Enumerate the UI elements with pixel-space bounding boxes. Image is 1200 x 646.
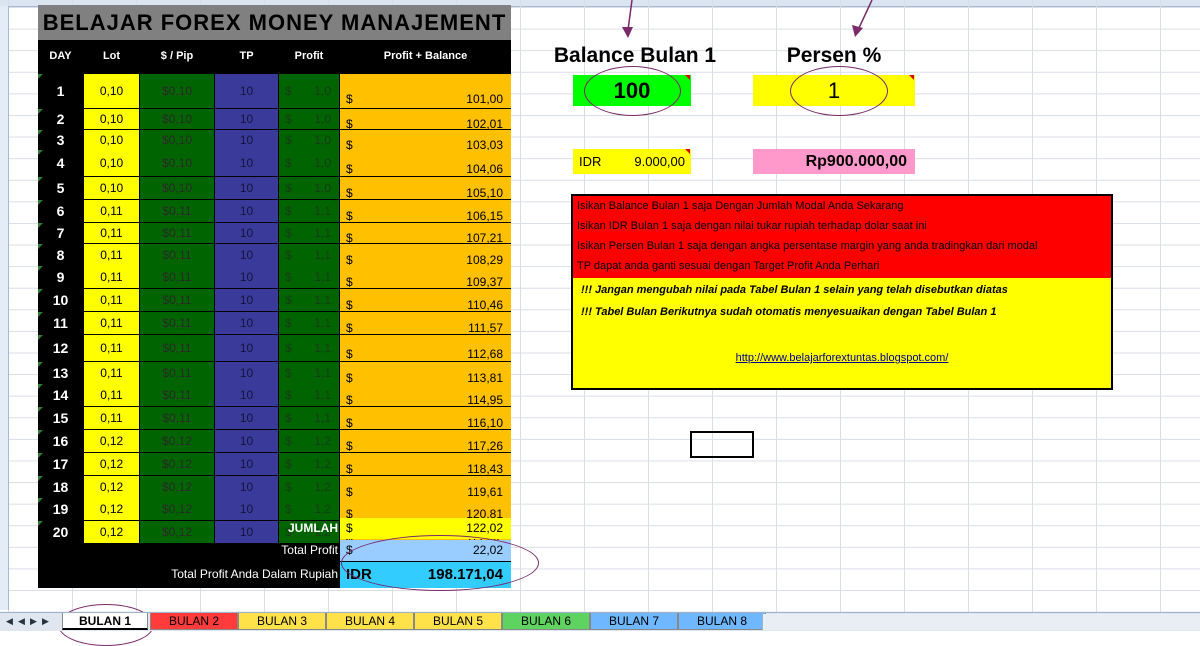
sheet-tab-1[interactable]: BULAN 1: [62, 613, 148, 630]
arrowhead-icon: [622, 27, 633, 38]
arrow-line: [857, 0, 873, 31]
sheet-tab-4[interactable]: BULAN 4: [326, 613, 414, 630]
first-sheet-icon[interactable]: ◀: [6, 616, 13, 627]
last-sheet-icon[interactable]: ▶: [42, 616, 49, 627]
sheet-tab-7[interactable]: BULAN 7: [590, 613, 678, 630]
arrow-line: [627, 0, 633, 31]
sheet-tab-8[interactable]: BULAN 8: [678, 613, 766, 630]
arrowhead-icon: [852, 25, 863, 37]
next-sheet-icon[interactable]: ▶: [30, 616, 37, 627]
sheet-tab-2[interactable]: BULAN 2: [150, 613, 238, 630]
sheet-tab-5[interactable]: BULAN 5: [414, 613, 502, 630]
sheet-tab-3[interactable]: BULAN 3: [238, 613, 326, 630]
annotation-arrows: [429, 0, 873, 630]
sheet-tab-6[interactable]: BULAN 6: [502, 613, 590, 630]
horizontal-scrollbar[interactable]: [762, 614, 1200, 630]
prev-sheet-icon[interactable]: ◀: [18, 616, 25, 627]
